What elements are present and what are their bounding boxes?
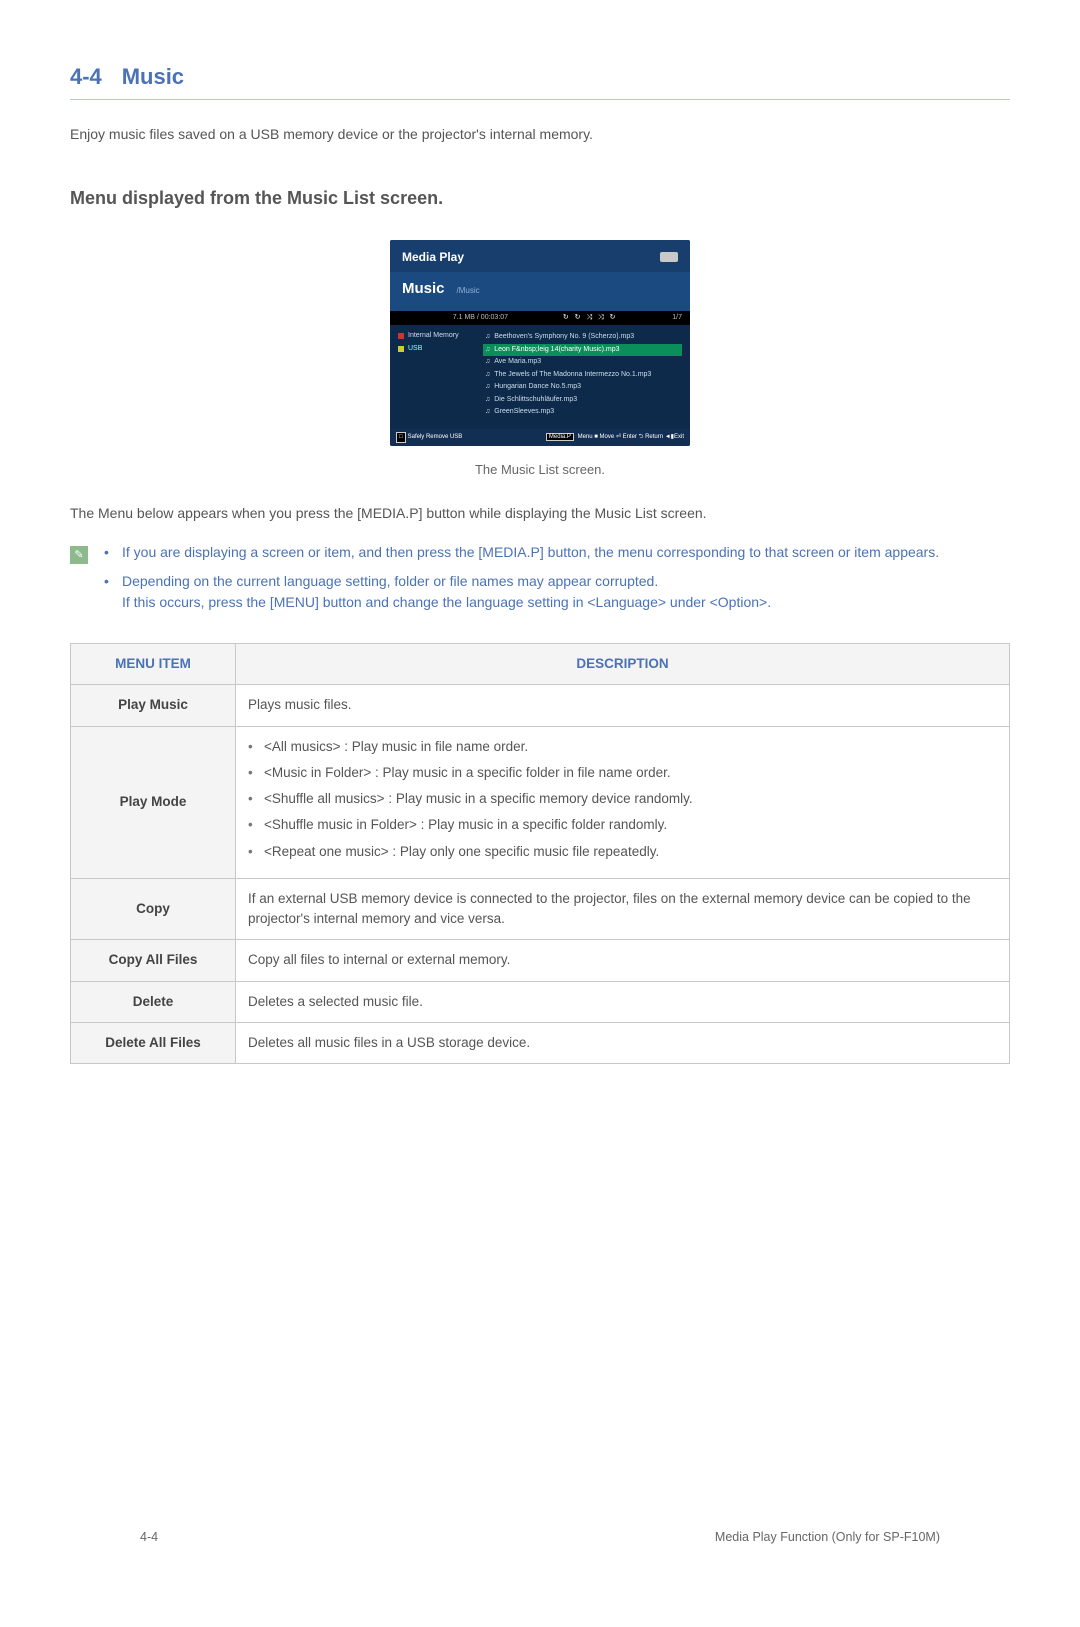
music-note-icon: ♫ — [485, 370, 490, 381]
intro-text: Enjoy music files saved on a USB memory … — [70, 124, 1010, 145]
description-cell: Deletes a selected music file. — [236, 981, 1010, 1022]
screenshot-figure: Media Play Music /Music 7.1 MB / 00:03:0… — [70, 240, 1010, 446]
mp-footer-left: □ Safely Remove USB — [396, 432, 462, 443]
file-row: ♫ Beethoven's Symphony No. 9 (Scherzo).mp… — [483, 331, 682, 344]
divider — [70, 99, 1010, 100]
note-item: If you are displaying a screen or item, … — [104, 542, 939, 563]
mp-file-list: ♫ Beethoven's Symphony No. 9 (Scherzo).mp… — [483, 331, 682, 419]
source-internal: Internal Memory — [398, 331, 483, 342]
menu-item-cell: Copy — [71, 878, 236, 940]
note-list: If you are displaying a screen or item, … — [104, 542, 939, 621]
section-header: 4-4 Music — [70, 60, 1010, 100]
note-item: Depending on the current language settin… — [104, 571, 939, 613]
menu-table: MENU ITEM DESCRIPTION Play MusicPlays mu… — [70, 643, 1010, 1064]
file-row: ♫ GreenSleeves.mp3 — [483, 406, 682, 419]
file-name: GreenSleeves.mp3 — [494, 407, 554, 418]
mp-mode-bar: Music /Music — [390, 272, 690, 311]
file-name: Ave Maria.mp3 — [494, 357, 541, 368]
file-name: The Jewels of The Madonna Intermezzo No.… — [494, 370, 651, 381]
music-note-icon: ♫ — [485, 407, 490, 418]
mp-path: /Music — [457, 285, 480, 297]
menu-item-cell: Delete All Files — [71, 1022, 236, 1063]
table-row: Play MusicPlays music files. — [71, 685, 1010, 726]
table-row: Delete All FilesDeletes all music files … — [71, 1022, 1010, 1063]
music-note-icon: ♫ — [485, 332, 490, 343]
square-red-icon — [398, 333, 404, 339]
mp-body: Internal Memory USB ♫ Beethoven's Symphon… — [390, 325, 690, 429]
menu-item-cell: Copy All Files — [71, 940, 236, 981]
subheading: Menu displayed from the Music List scree… — [70, 185, 1010, 212]
table-row: DeleteDeletes a selected music file. — [71, 981, 1010, 1022]
body-paragraph: The Menu below appears when you press th… — [70, 503, 1010, 524]
col-description: DESCRIPTION — [236, 644, 1010, 685]
music-note-icon: ♫ — [485, 395, 490, 406]
menu-item-cell: Play Mode — [71, 726, 236, 878]
footer-btn-icon: □ — [396, 432, 406, 443]
mp-info-bar: 7.1 MB / 00:03:07 ↻ ↻ ⤨ ⤨ ↻ 1/7 — [390, 311, 690, 326]
option-item: <Shuffle all musics> : Play music in a s… — [248, 789, 997, 809]
source-label: Internal Memory — [408, 331, 459, 342]
music-note-icon: ♫ — [485, 382, 490, 393]
option-item: <Repeat one music> : Play only one speci… — [248, 842, 997, 862]
mp-footer: □ Safely Remove USB Media.P Menu ■ Move … — [390, 429, 690, 446]
file-row: ♫ The Jewels of The Madonna Intermezzo No… — [483, 369, 682, 382]
description-cell: Plays music files. — [236, 685, 1010, 726]
page-footer: 4-4 Media Play Function (Only for SP-F10… — [140, 1528, 940, 1547]
col-menu-item: MENU ITEM — [71, 644, 236, 685]
description-cell: Copy all files to internal or external m… — [236, 940, 1010, 981]
section-title: Music — [122, 60, 184, 93]
file-name: Leon F&nbsp;leig 14(charity Music).mp3 — [494, 345, 619, 356]
option-item: <All musics> : Play music in file name o… — [248, 737, 997, 757]
usb-icon — [660, 252, 678, 262]
music-note-icon: ♫ — [485, 345, 490, 356]
option-item: <Shuffle music in Folder> : Play music i… — [248, 815, 997, 835]
mp-title: Media Play — [402, 248, 464, 266]
file-name: Beethoven's Symphony No. 9 (Scherzo).mp3 — [494, 332, 634, 343]
description-cell: <All musics> : Play music in file name o… — [236, 726, 1010, 878]
repeat-shuffle-icons: ↻ ↻ ⤨ ⤨ ↻ — [563, 313, 618, 324]
table-row: Copy All FilesCopy all files to internal… — [71, 940, 1010, 981]
section-number: 4-4 — [70, 60, 102, 93]
note-block: ✎ If you are displaying a screen or item… — [70, 542, 1010, 621]
mp-titlebar: Media Play — [390, 240, 690, 272]
file-row: ♫ Die Schlittschuhläufer.mp3 — [483, 394, 682, 407]
music-note-icon: ♫ — [485, 357, 490, 368]
safely-remove-label: Safely Remove USB — [408, 433, 463, 442]
mp-source-list: Internal Memory USB — [398, 331, 483, 419]
mp-info-size: 7.1 MB / 00:03:07 — [453, 313, 508, 324]
footer-hints: Menu ■ Move ⏎ Enter ⮌ Return ◄▮Exit — [576, 434, 684, 440]
footer-left: 4-4 — [140, 1528, 158, 1547]
figure-caption: The Music List screen. — [70, 460, 1010, 480]
media-play-window: Media Play Music /Music 7.1 MB / 00:03:0… — [390, 240, 690, 446]
file-name: Die Schlittschuhläufer.mp3 — [494, 395, 577, 406]
menu-item-cell: Delete — [71, 981, 236, 1022]
mp-mode: Music — [402, 278, 445, 301]
square-yellow-icon — [398, 346, 404, 352]
file-row: ♫ Ave Maria.mp3 — [483, 356, 682, 369]
table-row: CopyIf an external USB memory device is … — [71, 878, 1010, 940]
mp-footer-right: Media.P Menu ■ Move ⏎ Enter ⮌ Return ◄▮E… — [546, 433, 684, 442]
description-cell: If an external USB memory device is conn… — [236, 878, 1010, 940]
file-row: ♫ Hungarian Dance No.5.mp3 — [483, 381, 682, 394]
note-icon: ✎ — [70, 546, 88, 564]
option-item: <Music in Folder> : Play music in a spec… — [248, 763, 997, 783]
file-name: Hungarian Dance No.5.mp3 — [494, 382, 581, 393]
file-row: ♫ Leon F&nbsp;leig 14(charity Music).mp3 — [483, 344, 682, 357]
mediap-btn-label: Media.P — [546, 433, 574, 441]
source-label: USB — [408, 344, 422, 355]
menu-item-cell: Play Music — [71, 685, 236, 726]
footer-right: Media Play Function (Only for SP-F10M) — [715, 1528, 940, 1547]
description-cell: Deletes all music files in a USB storage… — [236, 1022, 1010, 1063]
source-usb: USB — [398, 344, 483, 355]
option-list: <All musics> : Play music in file name o… — [248, 737, 997, 862]
table-row: Play Mode <All musics> : Play music in fi… — [71, 726, 1010, 878]
mp-info-index: 1/7 — [672, 313, 682, 324]
